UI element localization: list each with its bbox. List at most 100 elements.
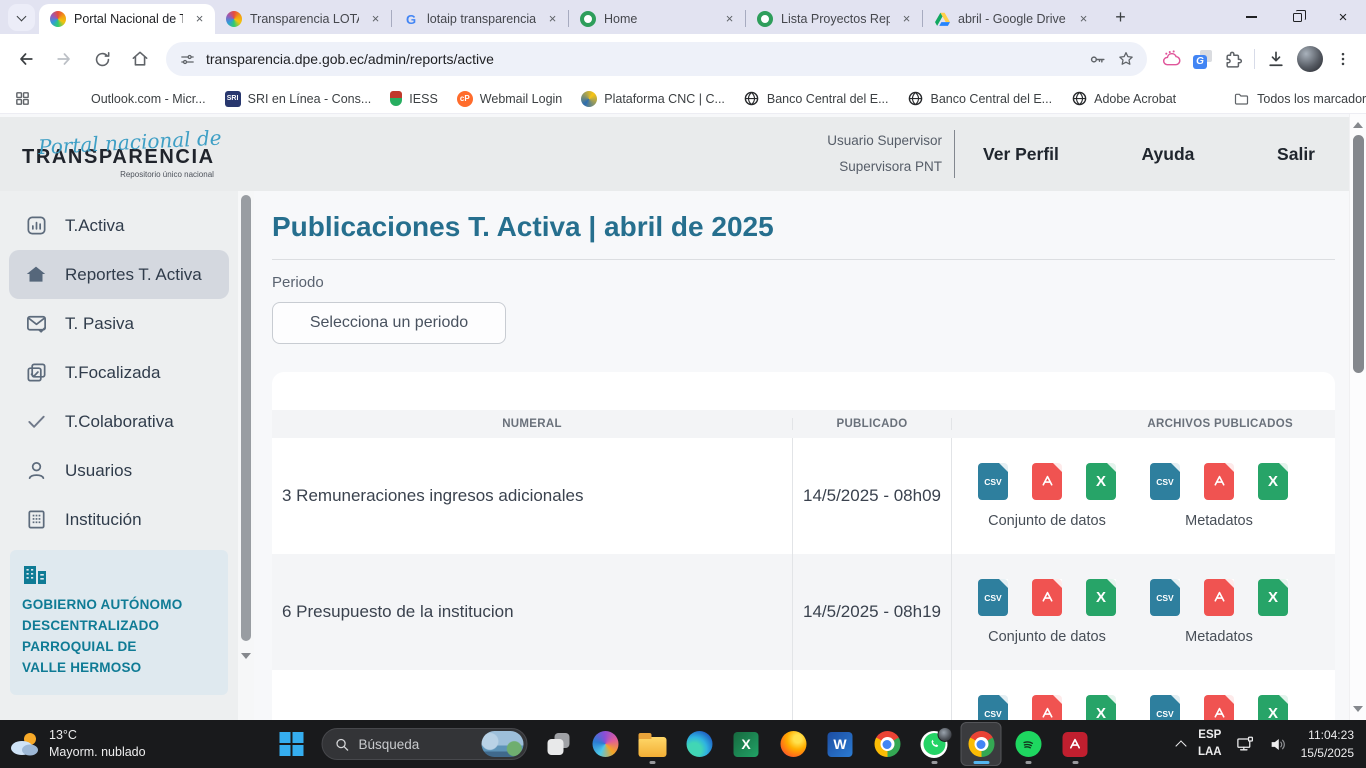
excel-button[interactable]: X — [726, 722, 767, 766]
close-tab-icon[interactable]: × — [367, 11, 384, 28]
browser-menu-kebab-icon[interactable] — [1334, 50, 1352, 68]
excel-file-icon[interactable]: X — [1258, 695, 1288, 720]
bookmark-webmail[interactable]: cP Webmail Login — [457, 91, 562, 107]
bookmark-banco-central-1[interactable]: Banco Central del E... — [744, 91, 889, 107]
address-bar[interactable]: transparencia.dpe.gob.ec/admin/reports/a… — [166, 42, 1147, 76]
period-select-button[interactable]: Selecciona un periodo — [272, 302, 506, 344]
task-view-button[interactable] — [538, 722, 579, 766]
pdf-file-icon[interactable] — [1204, 695, 1234, 720]
bookmark-sri[interactable]: SRI SRI en Línea - Cons... — [225, 91, 372, 107]
scroll-up-arrow[interactable] — [1353, 122, 1363, 128]
sidebar-item-reportes-t-activa[interactable]: Reportes T. Activa — [9, 250, 229, 299]
bookmark-cnc[interactable]: Plataforma CNC | C... — [581, 91, 725, 107]
site-settings-tune-icon[interactable] — [179, 51, 196, 68]
home-button[interactable] — [124, 43, 156, 75]
close-tab-icon[interactable]: × — [544, 11, 561, 28]
scroll-down-arrow[interactable] — [1353, 706, 1363, 712]
tab-google-drive[interactable]: abril - Google Drive × — [923, 4, 1099, 34]
excel-file-icon[interactable]: X — [1258, 579, 1288, 616]
weather-extension-icon[interactable] — [1161, 50, 1182, 69]
sidebar-item-institucion[interactable]: Institución — [0, 495, 238, 544]
speaker-icon[interactable] — [1268, 735, 1288, 754]
apps-grid-icon[interactable] — [14, 90, 31, 107]
pdf-file-icon[interactable] — [1204, 463, 1234, 500]
tab-transparencia-lotaip[interactable]: Transparencia LOTAIP × — [215, 4, 391, 34]
csv-file-icon[interactable]: CSV — [1150, 579, 1180, 616]
tab-lista-proyectos[interactable]: Lista Proyectos Repor × — [746, 4, 922, 34]
excel-file-icon[interactable]: X — [1086, 695, 1116, 720]
close-tab-icon[interactable]: × — [721, 11, 738, 28]
folder-icon — [1233, 91, 1250, 107]
forward-button[interactable] — [48, 43, 80, 75]
csv-file-icon[interactable]: CSV — [978, 695, 1008, 720]
sidebar-item-t-activa[interactable]: T.Activa — [0, 201, 238, 250]
profile-avatar[interactable] — [1297, 46, 1323, 72]
chrome-active-button[interactable] — [961, 722, 1002, 766]
file-explorer-button[interactable] — [632, 722, 673, 766]
hidden-icons-chevron[interactable] — [1175, 740, 1186, 751]
taskbar-search-box[interactable]: Búsqueda — [322, 728, 528, 760]
csv-file-icon[interactable]: CSV — [1150, 463, 1180, 500]
extensions-puzzle-icon[interactable] — [1223, 49, 1243, 69]
close-tab-icon[interactable]: × — [898, 11, 915, 28]
taskbar-clock[interactable]: 11:04:23 15/5/2025 — [1301, 726, 1354, 762]
bookmark-outlook[interactable]: Outlook.com - Micr... — [69, 91, 206, 106]
network-icon[interactable] — [1235, 735, 1255, 754]
search-highlight-image[interactable] — [482, 731, 524, 757]
close-tab-icon[interactable]: × — [191, 11, 208, 28]
start-button[interactable] — [271, 722, 312, 766]
sidebar-item-usuarios[interactable]: Usuarios — [0, 446, 238, 495]
bookmark-banco-central-2[interactable]: Banco Central del E... — [908, 91, 1053, 107]
pdf-file-icon[interactable] — [1032, 579, 1062, 616]
close-tab-icon[interactable]: × — [1075, 11, 1092, 28]
csv-file-icon[interactable]: CSV — [978, 463, 1008, 500]
csv-file-icon[interactable]: CSV — [978, 579, 1008, 616]
edge-button[interactable] — [679, 722, 720, 766]
sidebar-scroll-down-arrow[interactable] — [241, 653, 251, 659]
chrome-button[interactable] — [867, 722, 908, 766]
google-translate-icon[interactable]: G — [1193, 50, 1212, 69]
password-key-icon[interactable] — [1088, 50, 1107, 69]
tab-google-search[interactable]: G lotaip transparencia a × — [392, 4, 568, 34]
whatsapp-button[interactable] — [914, 722, 955, 766]
view-profile-link[interactable]: Ver Perfil — [983, 144, 1059, 165]
minimize-window-button[interactable] — [1228, 0, 1274, 34]
back-button[interactable] — [10, 43, 42, 75]
pdf-file-icon[interactable] — [1204, 579, 1234, 616]
word-button[interactable]: W — [820, 722, 861, 766]
excel-file-icon[interactable]: X — [1086, 579, 1116, 616]
language-indicator[interactable]: ESP LAA — [1198, 727, 1222, 760]
restore-window-button[interactable] — [1274, 0, 1320, 34]
downloads-icon[interactable] — [1266, 49, 1286, 69]
spotify-button[interactable] — [1008, 722, 1049, 766]
tab-search-button[interactable] — [8, 4, 35, 31]
sidebar-item-t-pasiva[interactable]: T. Pasiva — [0, 299, 238, 348]
sidebar-scrollbar-thumb[interactable] — [241, 195, 251, 641]
pdf-file-icon[interactable] — [1032, 463, 1062, 500]
site-header: Portal nacional de TRANSPARENCIA Reposit… — [0, 117, 1349, 191]
sidebar-item-t-colaborativa[interactable]: T.Colaborativa — [0, 397, 238, 446]
tab-portal-nacional[interactable]: Portal Nacional de Tra × — [39, 4, 215, 34]
bookmark-star-icon[interactable] — [1117, 50, 1135, 68]
bookmark-iess[interactable]: IESS — [390, 91, 438, 106]
csv-file-icon[interactable]: CSV — [1150, 695, 1180, 720]
close-window-button[interactable]: × — [1320, 0, 1366, 34]
all-bookmarks-button[interactable]: Todos los marcadores — [1233, 91, 1366, 107]
tab-home[interactable]: Home × — [569, 4, 745, 34]
bookmark-adobe-acrobat[interactable]: Adobe Acrobat — [1071, 91, 1176, 107]
help-link[interactable]: Ayuda — [1142, 144, 1195, 165]
excel-file-icon[interactable]: X — [1086, 463, 1116, 500]
acrobat-button[interactable] — [1055, 722, 1096, 766]
logout-link[interactable]: Salir — [1277, 144, 1315, 165]
firefox-button[interactable] — [773, 722, 814, 766]
weather-widget[interactable]: 13°C Mayorm. nublado — [0, 727, 146, 761]
new-tab-button[interactable]: + — [1107, 4, 1134, 31]
excel-file-icon[interactable]: X — [1258, 463, 1288, 500]
sidebar-item-t-focalizada[interactable]: T.Focalizada — [0, 348, 238, 397]
pdf-file-icon[interactable] — [1032, 695, 1062, 720]
url-text[interactable]: transparencia.dpe.gob.ec/admin/reports/a… — [206, 51, 1078, 67]
reload-button[interactable] — [86, 43, 118, 75]
copilot-button[interactable] — [585, 722, 626, 766]
institution-card[interactable]: GOBIERNO AUTÓNOMO DESCENTRALIZADO PARROQ… — [10, 550, 228, 695]
page-scrollbar-thumb[interactable] — [1353, 135, 1364, 373]
